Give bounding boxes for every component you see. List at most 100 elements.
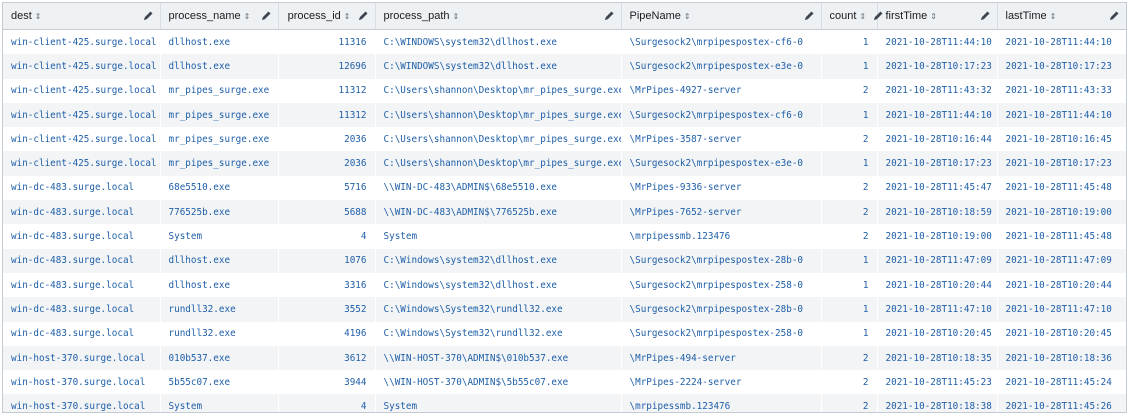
cell-dest[interactable]: win-client-425.surge.local (3, 102, 160, 128)
cell-count[interactable]: 1 (821, 102, 877, 128)
cell-process-id[interactable]: 2036 (278, 151, 375, 176)
cell-pipename[interactable]: \Surgesock2\mrpipespostex-28b-0 (621, 248, 821, 273)
cell-process-path[interactable]: C:\WINDOWS\system32\dllhost.exe (375, 29, 621, 55)
cell-count[interactable]: 2 (821, 127, 877, 152)
cell-count[interactable]: 1 (821, 29, 877, 55)
cell-pipename[interactable]: \MrPipes-4927-server (621, 78, 821, 103)
cell-pipename[interactable]: \MrPipes-3587-server (621, 127, 821, 152)
cell-dest[interactable]: win-client-425.surge.local (3, 78, 160, 103)
cell-process-name[interactable]: 68e5510.exe (160, 175, 278, 201)
cell-process-name[interactable]: mr_pipes_surge.exe (160, 78, 278, 103)
cell-lasttime[interactable]: 2021-10-28T11:43:33 (997, 78, 1126, 103)
cell-firsttime[interactable]: 2021-10-28T11:44:10 (877, 29, 997, 55)
cell-lasttime[interactable]: 2021-10-28T11:44:10 (997, 102, 1126, 128)
pencil-icon[interactable] (260, 10, 272, 22)
cell-process-id[interactable]: 3552 (278, 297, 375, 322)
cell-process-path[interactable]: C:\WINDOWS\system32\dllhost.exe (375, 54, 621, 79)
cell-process-path[interactable]: \\WIN-HOST-370\ADMIN$\5b55c07.exe (375, 370, 621, 395)
cell-count[interactable]: 1 (821, 297, 877, 322)
cell-pipename[interactable]: \MrPipes-2224-server (621, 370, 821, 395)
cell-dest[interactable]: win-dc-483.surge.local (3, 297, 160, 322)
cell-process-name[interactable]: dllhost.exe (160, 272, 278, 298)
column-header-pipename[interactable]: PipeName ⇕ (621, 3, 822, 30)
cell-process-id[interactable]: 4 (278, 394, 375, 412)
pencil-icon[interactable] (1108, 10, 1120, 22)
cell-process-name[interactable]: mr_pipes_surge.exe (160, 127, 278, 152)
cell-lasttime[interactable]: 2021-10-28T11:45:26 (997, 394, 1126, 412)
cell-lasttime[interactable]: 2021-10-28T11:45:24 (997, 370, 1126, 395)
cell-lasttime[interactable]: 2021-10-28T10:18:36 (997, 345, 1126, 371)
cell-process-id[interactable]: 5716 (278, 175, 375, 201)
cell-firsttime[interactable]: 2021-10-28T10:19:00 (877, 224, 997, 249)
pencil-icon[interactable] (142, 10, 154, 22)
cell-lasttime[interactable]: 2021-10-28T11:47:09 (997, 248, 1126, 273)
cell-process-name[interactable]: dllhost.exe (160, 54, 278, 79)
cell-pipename[interactable]: \Surgesock2\mrpipespostex-28b-0 (621, 297, 821, 322)
cell-lasttime[interactable]: 2021-10-28T10:19:00 (997, 200, 1126, 225)
cell-pipename[interactable]: \Surgesock2\mrpipespostex-e3e-0 (621, 151, 821, 176)
column-header-process-name[interactable]: process_name ⇕ (160, 3, 279, 30)
cell-process-path[interactable]: System (375, 224, 621, 249)
cell-firsttime[interactable]: 2021-10-28T11:45:23 (877, 370, 997, 395)
cell-pipename[interactable]: \MrPipes-7652-server (621, 200, 821, 225)
sort-icon[interactable]: ⇕ (244, 12, 251, 21)
cell-process-id[interactable]: 2036 (278, 127, 375, 152)
column-header-dest[interactable]: dest ⇕ (3, 3, 161, 30)
cell-process-name[interactable]: 776525b.exe (160, 200, 278, 225)
cell-pipename[interactable]: \MrPipes-9336-server (621, 175, 821, 201)
cell-dest[interactable]: win-host-370.surge.local (3, 394, 160, 412)
cell-process-path[interactable]: System (375, 394, 621, 412)
cell-process-id[interactable]: 4 (278, 224, 375, 249)
cell-firsttime[interactable]: 2021-10-28T11:44:10 (877, 102, 997, 128)
pencil-icon[interactable] (872, 10, 884, 22)
sort-icon[interactable]: ⇕ (930, 12, 937, 21)
cell-process-id[interactable]: 11312 (278, 78, 375, 103)
cell-process-name[interactable]: System (160, 394, 278, 412)
cell-pipename[interactable]: \Surgesock2\mrpipespostex-cf6-0 (621, 102, 821, 128)
sort-icon[interactable]: ⇕ (344, 12, 351, 21)
cell-process-path[interactable]: C:\Windows\System32\rundll32.exe (375, 297, 621, 322)
cell-dest[interactable]: win-client-425.surge.local (3, 127, 160, 152)
cell-count[interactable]: 2 (821, 224, 877, 249)
cell-dest[interactable]: win-dc-483.surge.local (3, 200, 160, 225)
cell-process-name[interactable]: System (160, 224, 278, 249)
cell-process-name[interactable]: 010b537.exe (160, 345, 278, 371)
column-header-count[interactable]: count ⇕ (821, 3, 883, 30)
cell-process-id[interactable]: 11316 (278, 29, 375, 55)
cell-lasttime[interactable]: 2021-10-28T11:44:10 (997, 29, 1126, 55)
cell-process-id[interactable]: 3612 (278, 345, 375, 371)
cell-process-path[interactable]: C:\Users\shannon\Desktop\mr_pipes_surge.… (375, 151, 621, 176)
sort-icon[interactable]: ⇕ (453, 12, 460, 21)
column-header-process-id[interactable]: process_id ⇕ (278, 3, 376, 30)
cell-process-id[interactable]: 5688 (278, 200, 375, 225)
cell-process-id[interactable]: 1076 (278, 248, 375, 273)
cell-process-path[interactable]: \\WIN-DC-483\ADMIN$\776525b.exe (375, 200, 621, 225)
cell-dest[interactable]: win-dc-483.surge.local (3, 248, 160, 273)
cell-process-path[interactable]: \\WIN-DC-483\ADMIN$\68e5510.exe (375, 175, 621, 201)
cell-firsttime[interactable]: 2021-10-28T10:18:59 (877, 200, 997, 225)
cell-process-name[interactable]: mr_pipes_surge.exe (160, 102, 278, 128)
sort-icon[interactable]: ⇕ (684, 12, 691, 21)
pencil-icon[interactable] (357, 10, 369, 22)
cell-count[interactable]: 1 (821, 248, 877, 273)
cell-pipename[interactable]: \Surgesock2\mrpipespostex-cf6-0 (621, 29, 821, 55)
cell-count[interactable]: 2 (821, 175, 877, 201)
cell-process-path[interactable]: \\WIN-HOST-370\ADMIN$\010b537.exe (375, 345, 621, 371)
cell-process-name[interactable]: dllhost.exe (160, 29, 278, 55)
cell-pipename[interactable]: \MrPipes-494-server (621, 345, 821, 371)
cell-process-path[interactable]: C:\Users\shannon\Desktop\mr_pipes_surge.… (375, 127, 621, 152)
cell-lasttime[interactable]: 2021-10-28T10:17:23 (997, 151, 1126, 176)
cell-firsttime[interactable]: 2021-10-28T10:18:38 (877, 394, 997, 412)
cell-firsttime[interactable]: 2021-10-28T11:47:10 (877, 297, 997, 322)
cell-count[interactable]: 1 (821, 54, 877, 79)
cell-dest[interactable]: win-dc-483.surge.local (3, 224, 160, 249)
cell-process-id[interactable]: 4196 (278, 321, 375, 346)
cell-lasttime[interactable]: 2021-10-28T11:47:10 (997, 297, 1126, 322)
column-header-process-path[interactable]: process_path ⇕ (375, 3, 622, 30)
cell-firsttime[interactable]: 2021-10-28T10:20:44 (877, 272, 997, 298)
cell-pipename[interactable]: \Surgesock2\mrpipespostex-e3e-0 (621, 54, 821, 79)
cell-lasttime[interactable]: 2021-10-28T10:20:45 (997, 321, 1126, 346)
cell-firsttime[interactable]: 2021-10-28T10:17:23 (877, 54, 997, 79)
pencil-icon[interactable] (979, 10, 991, 22)
cell-lasttime[interactable]: 2021-10-28T10:20:44 (997, 272, 1126, 298)
